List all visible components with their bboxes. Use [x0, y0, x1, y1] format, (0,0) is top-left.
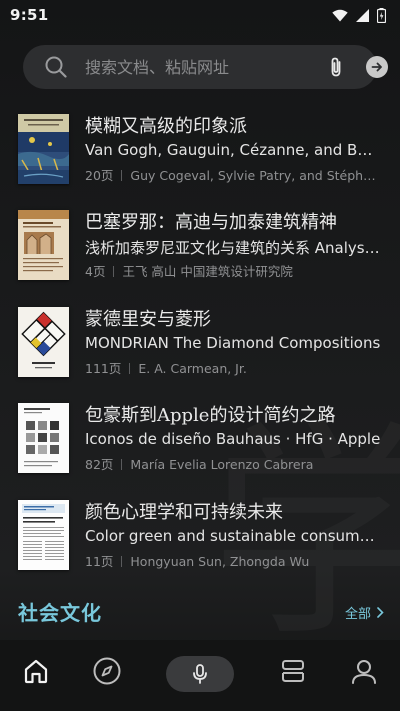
book-meta: 82页 María Evelia Lorenzo Cabrera — [85, 454, 381, 473]
bottom-navigation — [0, 640, 400, 711]
book-cover — [18, 307, 69, 377]
book-subtitle: 浅析加泰罗尼亚文化与建筑的关系 Analysi... — [85, 239, 381, 257]
meta-divider — [129, 363, 131, 374]
book-cover — [18, 210, 69, 280]
see-all-link[interactable]: 全部 — [345, 603, 384, 622]
profile-icon — [352, 660, 376, 684]
status-icons — [332, 7, 386, 23]
book-item[interactable]: 蒙德里安与菱形 MONDRIAN The Diamond Composition… — [0, 307, 400, 393]
page-count: 20页 — [85, 168, 114, 183]
book-item[interactable]: 包豪斯到Apple的设计简约之路 Iconos de diseño Bauhau… — [0, 403, 400, 489]
arrow-right-icon — [371, 62, 382, 72]
book-title: 巴塞罗那：高迪与加泰建筑精神 — [85, 212, 337, 233]
book-title: 模糊又高级的印象派 — [85, 116, 247, 137]
voice-button[interactable] — [166, 656, 234, 692]
signal-icon — [356, 8, 369, 22]
search-bar[interactable] — [23, 45, 388, 89]
section-title: 社会文化 — [18, 601, 102, 625]
book-authors: E. A. Carmean, Jr. — [138, 361, 247, 376]
home-icon — [24, 659, 48, 684]
meta-divider — [113, 266, 115, 277]
book-title: 蒙德里安与菱形 — [85, 309, 211, 330]
book-item[interactable]: 颜色心理学和可持续未来 Color green and sustainable … — [0, 500, 400, 586]
microphone-icon — [193, 664, 207, 684]
book-item[interactable]: 模糊又高级的印象派 Van Gogh, Gauguin, Cézanne, an… — [0, 114, 400, 200]
status-bar: 9:51 — [0, 0, 400, 30]
search-input[interactable] — [85, 45, 295, 89]
book-cover — [18, 114, 69, 184]
book-subtitle: Van Gogh, Gauguin, Cézanne, and Beyond..… — [85, 141, 381, 159]
book-title: 颜色心理学和可持续未来 — [85, 502, 283, 523]
meta-divider — [121, 556, 123, 567]
book-authors: Guy Cogeval, Sylvie Patry, and Stéphane.… — [130, 168, 381, 183]
search-icon — [45, 56, 67, 78]
page-count: 82页 — [85, 457, 114, 472]
wifi-icon — [332, 9, 348, 21]
battery-icon — [377, 7, 386, 23]
attachment-icon[interactable] — [328, 56, 344, 78]
book-meta: 20页 Guy Cogeval, Sylvie Patry, and Stépha… — [85, 165, 381, 184]
book-authors: Hongyuan Sun, Zhongda Wu — [130, 554, 310, 569]
book-cover — [18, 500, 69, 570]
go-button[interactable] — [366, 56, 388, 78]
page-count: 111页 — [85, 361, 122, 376]
chevron-right-icon — [377, 607, 384, 618]
app-screen: 学 9:51 — [0, 0, 400, 711]
nav-profile[interactable] — [342, 654, 386, 688]
book-authors: María Evelia Lorenzo Cabrera — [130, 457, 314, 472]
book-item[interactable]: 巴塞罗那：高迪与加泰建筑精神 浅析加泰罗尼亚文化与建筑的关系 Analysi..… — [0, 210, 400, 296]
status-time: 9:51 — [10, 6, 49, 24]
book-meta: 4页 王飞 高山 中国建筑设计研究院 — [85, 261, 381, 280]
meta-divider — [121, 459, 123, 470]
meta-divider — [121, 170, 123, 181]
nav-home[interactable] — [14, 654, 58, 688]
page-count: 11页 — [85, 554, 114, 569]
page-count: 4页 — [85, 264, 106, 279]
compass-icon — [93, 657, 121, 685]
nav-discover[interactable] — [85, 654, 129, 688]
nav-library[interactable] — [271, 654, 315, 688]
book-subtitle: Color green and sustainable consumption.… — [85, 527, 381, 545]
book-cover — [18, 403, 69, 473]
layers-icon — [282, 660, 304, 682]
see-all-label: 全部 — [344, 607, 371, 622]
book-meta: 11页 Hongyuan Sun, Zhongda Wu — [85, 551, 381, 570]
book-authors: 王飞 高山 中国建筑设计研究院 — [122, 264, 293, 279]
book-title: 包豪斯到Apple的设计简约之路 — [85, 405, 336, 426]
book-subtitle: MONDRIAN The Diamond Compositions — [85, 334, 381, 352]
book-subtitle: Iconos de diseño Bauhaus · HfG · Apple — [85, 430, 381, 448]
book-meta: 111页 E. A. Carmean, Jr. — [85, 358, 381, 377]
